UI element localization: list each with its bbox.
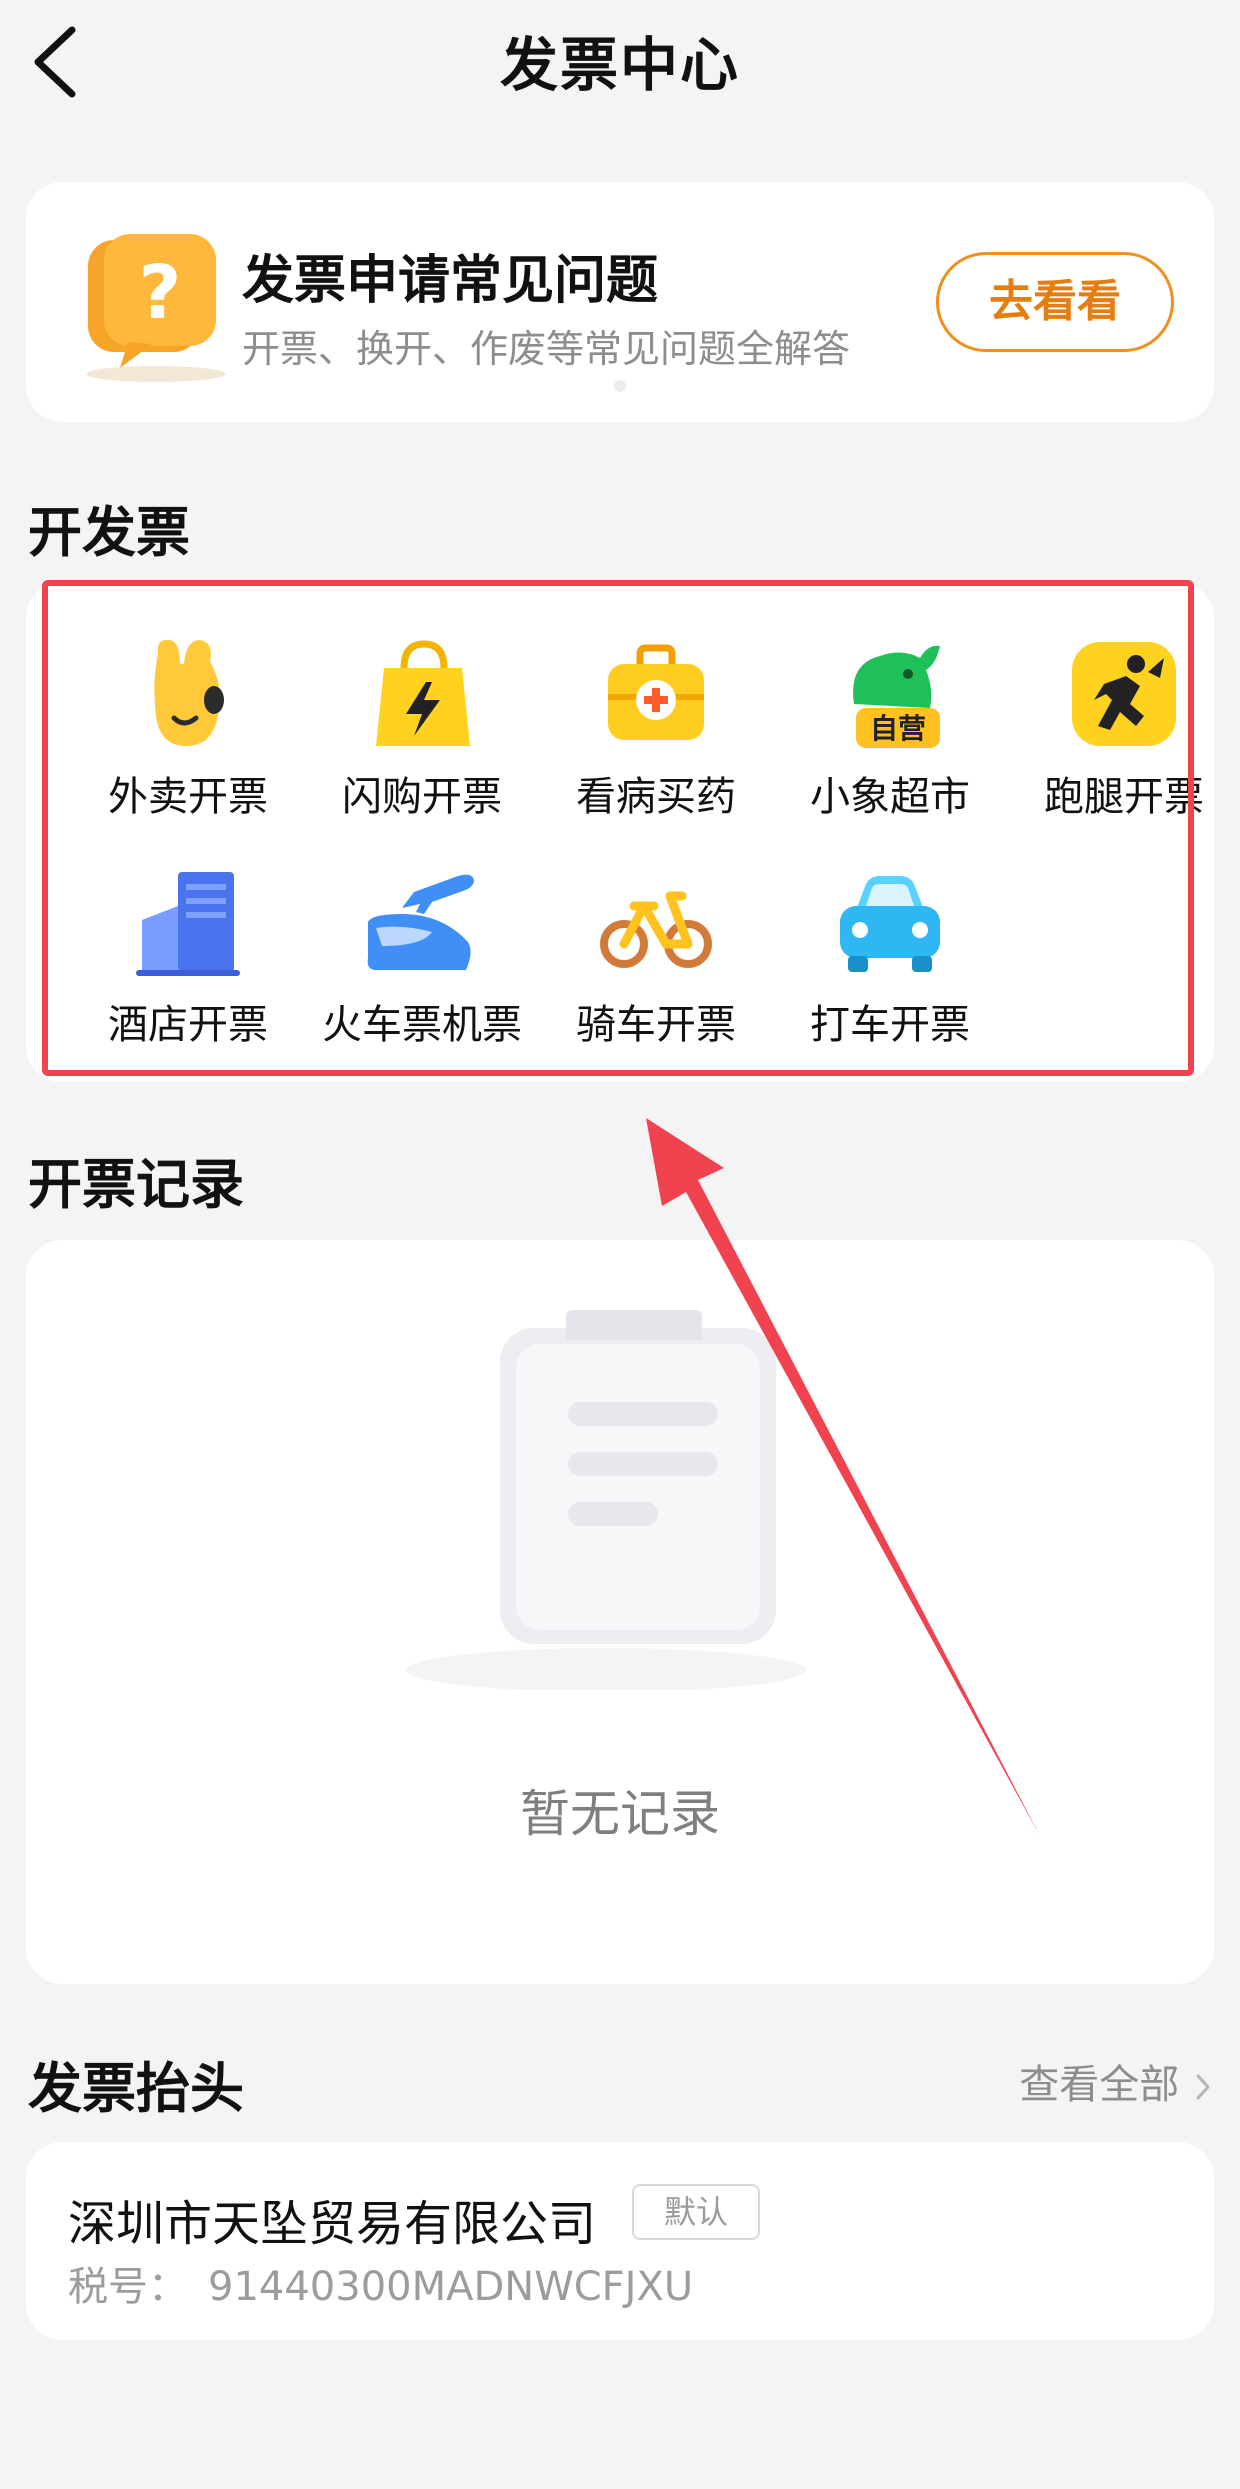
grid-item-xiaoxiang[interactable]: 自营 小象超市 [770, 634, 1010, 834]
grid-item-label: 跑腿开票 [1044, 774, 1204, 820]
carousel-dot [614, 380, 626, 392]
svg-text:?: ? [139, 250, 182, 336]
empty-text: 暂无记录 [520, 1785, 720, 1843]
waimai-rabbit-icon [154, 639, 224, 746]
runner-icon [1072, 642, 1176, 746]
faq-go-button[interactable]: 去看看 [936, 252, 1174, 352]
grid-item-bike[interactable]: 骑车开票 [536, 862, 776, 1062]
records-title: 开票记录 [28, 1153, 244, 1216]
train-plane-icon [367, 874, 474, 970]
view-all-link[interactable]: 查看全部 [1019, 2052, 1214, 2110]
elephant-icon: 自营 [853, 645, 940, 748]
faq-subtitle: 开票、换开、作废等常见问题全解答 [242, 327, 851, 371]
tax-number: 91440300MADNWCFJXU [208, 2264, 694, 2310]
nav-bar: 发票中心 [0, 0, 1240, 120]
tax-info: 税号： 91440300MADNWCFJXU [68, 2254, 693, 2312]
grid-item-label: 看病买药 [576, 774, 736, 820]
medical-kit-icon [608, 644, 704, 740]
empty-clipboard-icon [406, 1310, 806, 1690]
grid-item-paotui[interactable]: 跑腿开票 [1004, 634, 1240, 834]
grid-item-taxi[interactable]: 打车开票 [770, 862, 1010, 1062]
view-all-label: 查看全部 [1019, 2062, 1180, 2108]
grid-item-label: 骑车开票 [576, 1002, 736, 1048]
grid-item-shangou[interactable]: 闪购开票 [302, 634, 542, 834]
default-badge: 默认 [632, 2184, 760, 2240]
grid-item-train-flight[interactable]: 火车票机票 [302, 862, 542, 1062]
shopping-bag-bolt-icon [376, 640, 470, 746]
grid-item-label: 打车开票 [810, 1002, 970, 1048]
grid-item-label: 酒店开票 [108, 1002, 268, 1048]
tax-label: 税号： [68, 2264, 188, 2310]
company-name: 深圳市天坠贸易有限公司 [68, 2196, 597, 2252]
hotel-building-icon [136, 872, 240, 976]
grid-item-label: 闪购开票 [342, 774, 502, 820]
grid-item-medicine[interactable]: 看病买药 [536, 634, 776, 834]
car-icon [840, 876, 940, 972]
records-card: 暂无记录 [26, 1240, 1214, 1984]
grid-item-label: 外卖开票 [108, 774, 268, 820]
invoice-header-title: 发票抬头 [28, 2057, 244, 2120]
open-invoice-title: 开发票 [28, 501, 190, 564]
chevron-right-icon [1196, 2074, 1210, 2100]
grid-item-waimai[interactable]: 外卖开票 [68, 634, 308, 834]
page-title: 发票中心 [499, 31, 740, 99]
grid-item-label: 火车票机票 [322, 1002, 522, 1048]
faq-title: 发票申请常见问题 [242, 251, 659, 311]
faq-card[interactable]: ? 发票申请常见问题 开票、换开、作废等常见问题全解答 去看看 [26, 182, 1214, 422]
grid-item-label: 小象超市 [810, 774, 970, 820]
grid-item-hotel[interactable]: 酒店开票 [68, 862, 308, 1062]
question-bubble-icon: ? [86, 234, 226, 382]
invoice-type-grid: 外卖开票 闪购开票 看病买药 自营 小象超市 跑腿开票 酒店开票 火车票机票 骑… [26, 582, 1214, 1082]
bicycle-icon [600, 891, 712, 968]
self-operated-badge: 自营 [870, 712, 926, 745]
company-card[interactable]: 深圳市天坠贸易有限公司 默认 税号： 91440300MADNWCFJXU [26, 2142, 1214, 2340]
